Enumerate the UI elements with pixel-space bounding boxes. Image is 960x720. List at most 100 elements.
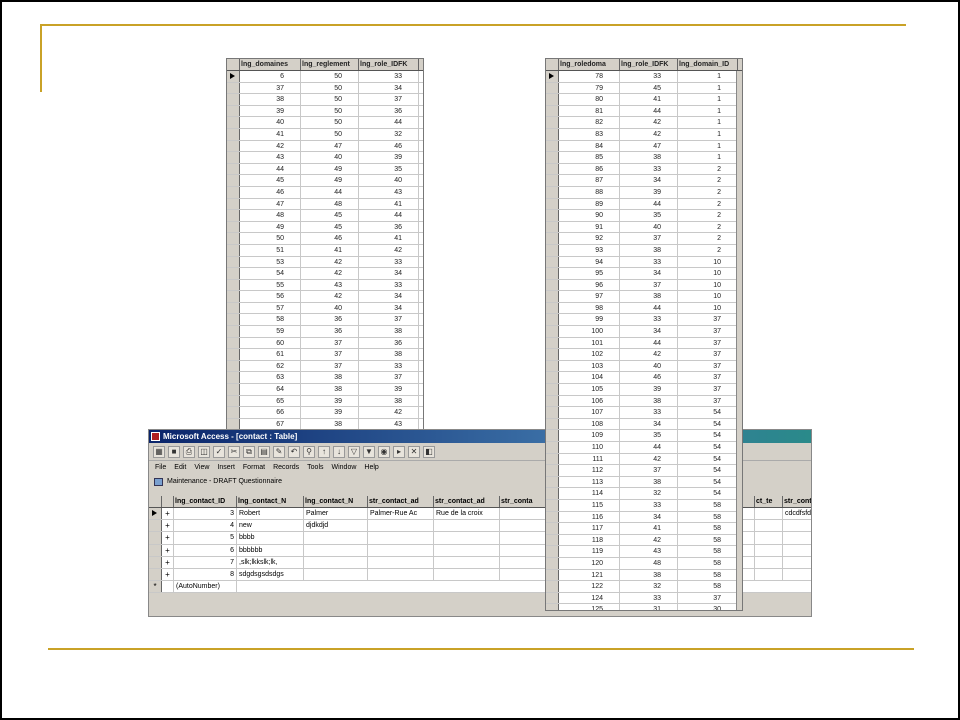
menu-help[interactable]: Help — [364, 461, 378, 475]
table-cell[interactable]: 37 — [620, 233, 678, 244]
row-selector[interactable] — [546, 71, 559, 82]
row-selector[interactable] — [227, 152, 240, 163]
table-cell[interactable]: 58 — [678, 581, 738, 592]
table-cell[interactable]: 36 — [359, 105, 419, 117]
table-cell[interactable]: 90 — [559, 210, 620, 221]
table-cell[interactable]: 2 — [678, 221, 738, 233]
table-row[interactable]: 125 31 30 — [546, 604, 742, 610]
table-cell[interactable]: 39 — [359, 152, 419, 163]
table-cell[interactable]: 32 — [620, 581, 678, 592]
table-cell[interactable]: 38 — [620, 152, 678, 163]
expand-icon[interactable]: + — [162, 568, 174, 581]
table-cell[interactable]: 37 — [620, 465, 678, 476]
table-cell[interactable]: 32 — [359, 128, 419, 140]
table-cell[interactable]: 56 — [240, 291, 301, 302]
column-header[interactable]: str_contact_ad — [368, 496, 434, 507]
table-cell[interactable]: 38 — [301, 372, 359, 384]
last-name-cell[interactable]: djdkdjd — [304, 520, 368, 532]
column-header[interactable]: lng_reglement — [301, 59, 359, 70]
table-cell[interactable] — [755, 568, 783, 581]
row-selector[interactable] — [546, 476, 559, 488]
row-selector[interactable] — [546, 360, 559, 372]
table-cell[interactable]: 49 — [301, 163, 359, 175]
address-cell[interactable] — [434, 544, 500, 556]
table-cell[interactable]: 43 — [240, 152, 301, 163]
row-selector[interactable] — [546, 94, 559, 105]
row-selector[interactable] — [546, 569, 559, 581]
table-cell[interactable]: 37 — [678, 360, 738, 372]
table-cell[interactable]: 40 — [301, 152, 359, 163]
table-cell[interactable]: 40 — [620, 221, 678, 233]
table-cell[interactable]: 44 — [620, 337, 678, 349]
table-cell[interactable]: 42 — [301, 256, 359, 268]
table-cell[interactable]: 84 — [559, 140, 620, 152]
table-cell[interactable]: 34 — [620, 511, 678, 523]
sort-descending-icon[interactable]: ↓ — [333, 445, 345, 458]
table-row[interactable]: 43 40 39 — [227, 152, 423, 164]
table-row[interactable]: 82 42 1 — [546, 117, 742, 129]
table-cell[interactable]: 34 — [359, 82, 419, 94]
table-cell[interactable]: 114 — [559, 488, 620, 499]
row-selector[interactable] — [227, 291, 240, 302]
table-row[interactable]: 66 39 42 — [227, 407, 423, 419]
table-cell[interactable]: 42 — [240, 140, 301, 152]
table-cell[interactable]: 42 — [301, 268, 359, 279]
table-cell[interactable]: 42 — [620, 349, 678, 360]
table-cell[interactable]: 51 — [240, 244, 301, 256]
row-selector[interactable] — [546, 465, 559, 476]
table-row[interactable]: 54 42 34 — [227, 268, 423, 280]
table-row[interactable]: 113 38 54 — [546, 476, 742, 489]
row-selector[interactable] — [546, 175, 559, 186]
table-cell[interactable]: 50 — [301, 128, 359, 140]
table-cell[interactable]: 121 — [559, 569, 620, 581]
table-cell[interactable]: 35 — [359, 163, 419, 175]
table-cell[interactable]: 38 — [620, 476, 678, 488]
table-row[interactable]: 114 32 54 — [546, 488, 742, 500]
table-cell[interactable]: 50 — [301, 71, 359, 82]
column-header[interactable]: lng_role_IDFK — [620, 59, 678, 70]
row-selector[interactable] — [546, 534, 559, 546]
row-selector[interactable] — [546, 82, 559, 94]
table-row[interactable]: 95 34 10 — [546, 268, 742, 280]
print-icon[interactable]: ⎙ — [183, 445, 195, 458]
table-cell[interactable]: 38 — [620, 569, 678, 581]
table-row[interactable]: 120 48 58 — [546, 557, 742, 570]
table-cell[interactable]: 48 — [620, 557, 678, 569]
table-cell[interactable]: 44 — [620, 105, 678, 117]
table-cell[interactable]: 45 — [620, 82, 678, 94]
table-cell[interactable]: 2 — [678, 163, 738, 175]
table-cell[interactable]: 95 — [559, 268, 620, 279]
table-row[interactable]: 111 42 54 — [546, 453, 742, 466]
table-cell[interactable]: 117 — [559, 523, 620, 534]
row-selector[interactable] — [546, 488, 559, 499]
table-cell[interactable]: 57 — [240, 302, 301, 314]
table-cell[interactable]: 88 — [559, 186, 620, 198]
table-cell[interactable] — [500, 544, 550, 556]
table-cell[interactable]: 2 — [678, 175, 738, 186]
row-selector[interactable] — [227, 117, 240, 128]
last-name-cell[interactable] — [304, 568, 368, 581]
column-header[interactable]: str_contact_ad — [434, 496, 500, 507]
contact-cell[interactable] — [783, 569, 811, 580]
table-row[interactable]: 94 33 10 — [546, 256, 742, 269]
table-cell[interactable]: 45 — [301, 221, 359, 233]
table-cell[interactable]: 10 — [678, 268, 738, 279]
id-cell[interactable]: 4 — [174, 520, 237, 532]
table-cell[interactable]: 43 — [359, 186, 419, 198]
row-selector[interactable] — [227, 82, 240, 94]
table-cell[interactable]: 38 — [240, 94, 301, 105]
table-cell[interactable]: 43 — [359, 418, 419, 429]
table-cell[interactable]: 41 — [240, 128, 301, 140]
first-name-cell[interactable]: sdgdsgsdsdgs — [237, 568, 304, 581]
row-selector[interactable] — [227, 349, 240, 360]
new-record-icon[interactable]: ▸ — [393, 445, 405, 458]
table-cell[interactable]: 112 — [559, 465, 620, 476]
table-cell[interactable]: 34 — [359, 302, 419, 314]
row-selector[interactable] — [227, 314, 240, 326]
table-cell[interactable]: 1 — [678, 105, 738, 117]
table-row[interactable]: 101 44 37 — [546, 337, 742, 350]
table-row[interactable]: 118 42 58 — [546, 534, 742, 547]
row-selector[interactable] — [227, 198, 240, 210]
table-cell[interactable]: 1 — [678, 94, 738, 105]
last-name-cell[interactable] — [304, 532, 368, 544]
